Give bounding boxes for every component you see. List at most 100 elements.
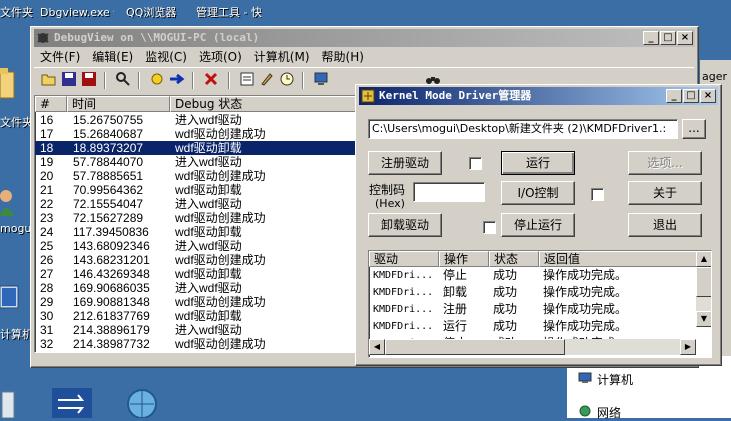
recycle-bin-icon[interactable] [0, 388, 18, 419]
clear-icon[interactable] [202, 71, 220, 89]
log-row-number: 17 [40, 127, 54, 141]
nav-item-computer[interactable]: 计算机 [597, 371, 633, 388]
register-driver-button[interactable]: 注册驱动 [368, 151, 442, 175]
op-row[interactable]: KMDFDri... 卸载 成功 操作成功完成。 [369, 284, 696, 301]
scroll-down-icon[interactable]: ▼ [696, 311, 711, 327]
unload-checkbox[interactable] [483, 221, 496, 234]
log-row[interactable]: 21 70.99564362 wdf驱动卸载 [35, 183, 357, 197]
kmd-close-button[interactable]: × [700, 89, 716, 103]
log-row[interactable]: 24 117.39450836 wdf驱动卸载 [35, 225, 357, 239]
debugview-log-list[interactable]: # 时间 Debug 状态 16 15.26750755 进入wdf驱动 17 15.2… [34, 95, 358, 353]
log-row[interactable]: 22 72.15554047 进入wdf驱动 [35, 197, 357, 211]
kmd-titlebar[interactable]: Kernel Mode Driver管理器 _ □ × [359, 87, 718, 105]
scroll-right-icon[interactable]: ▶ [680, 339, 696, 355]
desktop-label-admin-tools[interactable]: 管理工具 - 快捷方式 [196, 4, 262, 18]
log-row[interactable]: 26 143.68231201 wdf驱动创建成功 [35, 253, 357, 267]
network-share-icon[interactable] [52, 388, 92, 418]
scroll-up-icon[interactable]: ▲ [696, 251, 711, 267]
find-icon[interactable] [114, 71, 132, 89]
column-header-driver[interactable]: 驱动 [369, 251, 439, 267]
driver-path-field[interactable]: C:\Users\mogui\Desktop\新建文件夹 (2)\KMDFDri… [368, 119, 678, 139]
column-header-time[interactable]: 时间 [67, 96, 170, 112]
log-row[interactable]: 19 57.78844070 进入wdf驱动 [35, 155, 357, 169]
clock-icon[interactable] [278, 71, 296, 89]
op-row[interactable]: KMDFDri... 注册 成功 操作成功完成。 [369, 301, 696, 318]
log-row-message: 进入wdf驱动 [175, 323, 242, 337]
log-row[interactable]: 32 214.38987732 wdf驱动创建成功 [35, 337, 357, 351]
about-button[interactable]: 关于 [628, 181, 702, 205]
control-code-input[interactable] [413, 182, 485, 202]
nav-item-network[interactable]: 网络 [597, 404, 621, 421]
computer-icon[interactable] [0, 282, 22, 322]
io-control-checkbox[interactable] [591, 188, 604, 201]
menu-help[interactable]: 帮助(H) [316, 48, 370, 66]
debugview-titlebar[interactable]: DebugView on \\MOGUI-PC (local) _ □ × [34, 29, 695, 47]
hscroll-thumb[interactable] [385, 339, 565, 355]
log-row[interactable]: 18 18.89373207 wdf驱动卸载 [35, 141, 357, 155]
browse-button[interactable]: ... [682, 119, 706, 139]
column-header-number[interactable]: # [35, 96, 67, 112]
manager-fragment-label: ager [702, 70, 728, 83]
log-row[interactable]: 23 72.15627289 wdf驱动创建成功 [35, 211, 357, 225]
save-as-icon[interactable] [80, 71, 98, 89]
menu-edit[interactable]: 编辑(E) [86, 48, 139, 66]
op-list-hscroll[interactable]: ◀ ▶ [369, 339, 696, 355]
op-row[interactable]: KMDFDri... 运行 成功 操作成功完成。 [369, 318, 696, 335]
stop-running-button[interactable]: 停止运行 [501, 213, 575, 237]
user-icon[interactable] [0, 188, 16, 218]
log-row-number: 20 [40, 169, 54, 183]
options-button[interactable]: 选项... [628, 151, 702, 175]
log-row[interactable]: 25 143.68092346 进入wdf驱动 [35, 239, 357, 253]
folder-icon[interactable] [0, 64, 16, 104]
log-row-message: wdf驱动卸载 [175, 141, 242, 155]
log-row[interactable]: 20 57.78885651 wdf驱动创建成功 [35, 169, 357, 183]
scroll-left-icon[interactable]: ◀ [369, 339, 385, 355]
desktop-label-folder-top[interactable]: 文件夹 [0, 4, 33, 20]
op-row[interactable]: KMDFDri... 停止 成功 操作成功完成。 [369, 267, 696, 284]
log-row[interactable]: 29 169.90881348 wdf驱动创建成功 [35, 295, 357, 309]
op-row-operation: 卸载 [443, 285, 468, 299]
filter-icon[interactable] [238, 71, 256, 89]
menu-capture[interactable]: 监视(C) [139, 48, 193, 66]
open-icon[interactable] [40, 71, 58, 89]
op-list-header: 驱动 操作 状态 返回值 [369, 251, 699, 267]
column-header-return-value[interactable]: 返回值 [539, 251, 699, 267]
desktop-label-folder[interactable]: 文件夹 [0, 114, 32, 130]
log-row[interactable]: 28 169.90686035 进入wdf驱动 [35, 281, 357, 295]
log-row[interactable]: 17 15.26840687 wdf驱动创建成功 [35, 127, 357, 141]
maximize-button[interactable]: □ [660, 31, 676, 45]
kmd-minimize-button[interactable]: _ [666, 89, 682, 103]
op-list-vscroll[interactable]: ▲ ▼ [696, 251, 711, 327]
log-row[interactable]: 31 214.38896179 进入wdf驱动 [35, 323, 357, 337]
minimize-button[interactable]: _ [643, 31, 659, 45]
op-row-return-value: 操作成功完成。 [543, 319, 628, 333]
unload-driver-button[interactable]: 卸载驱动 [368, 213, 442, 237]
kmd-maximize-button[interactable]: □ [683, 89, 699, 103]
arrow-right-icon[interactable] [168, 71, 186, 89]
log-list-header: # 时间 Debug 状态 [35, 96, 357, 112]
run-button[interactable]: 运行 [501, 151, 575, 175]
scroll-thumb[interactable] [696, 267, 711, 297]
menu-options[interactable]: 选项(O) [193, 48, 248, 66]
highlight-icon[interactable] [258, 71, 276, 89]
save-icon[interactable] [60, 71, 78, 89]
computer-connect-icon[interactable] [312, 71, 330, 89]
capture-icon[interactable] [148, 71, 166, 89]
log-row[interactable]: 30 212.61837769 wdf驱动卸载 [35, 309, 357, 323]
log-row[interactable]: 16 15.26750755 进入wdf驱动 [35, 113, 357, 127]
menu-file[interactable]: 文件(F) [34, 48, 86, 66]
column-header-status[interactable]: 状态 [489, 251, 539, 267]
column-header-operation[interactable]: 操作 [439, 251, 489, 267]
desktop-label-qqbrowser[interactable]: QQ浏览器 [126, 4, 176, 20]
driver-operation-list[interactable]: 驱动 操作 状态 返回值 KMDFDri... 停止 成功 操作成功完成。 KMDFDr… [368, 250, 712, 358]
column-header-debug-status[interactable]: Debug 状态 [170, 96, 357, 112]
close-button[interactable]: × [677, 31, 693, 45]
globe-icon[interactable] [126, 386, 158, 419]
desktop-label-computer[interactable]: 计算机 [0, 326, 33, 342]
menu-computer[interactable]: 计算机(M) [248, 48, 316, 66]
io-control-button[interactable]: I/O控制 [501, 181, 575, 205]
log-row[interactable]: 27 146.43269348 wdf驱动卸载 [35, 267, 357, 281]
exit-button[interactable]: 退出 [628, 213, 702, 237]
desktop-label-dbgview[interactable]: Dbgview.exe 快捷方式 [40, 4, 114, 18]
register-checkbox[interactable] [469, 157, 482, 170]
